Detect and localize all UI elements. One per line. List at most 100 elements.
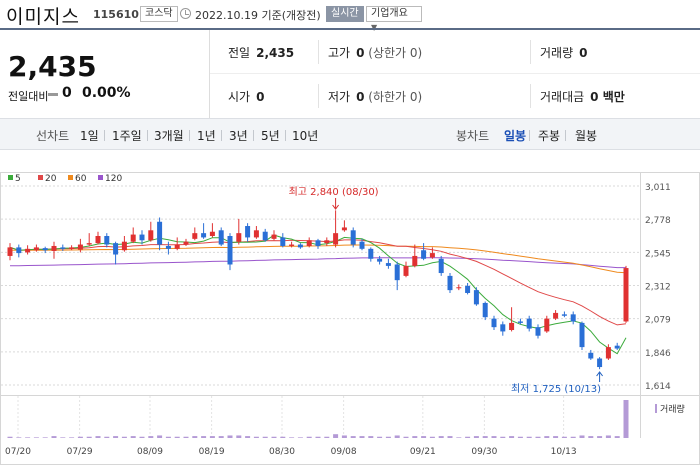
candle-body xyxy=(614,345,620,349)
volume-bar xyxy=(482,436,488,438)
candle-body xyxy=(368,248,374,259)
chart-tab-bar: 선차트 1일 1주일 3개월 1년 3년 5년 10년 봉차트 일봉 주봉 월봉 xyxy=(0,118,700,150)
volume-bar xyxy=(280,436,286,438)
candle-body xyxy=(570,314,576,322)
y-tick-label: 2,312 xyxy=(645,283,671,293)
company-info-dropdown[interactable]: 기업개요 ▼ xyxy=(366,6,422,32)
volume-bar xyxy=(209,436,215,438)
realtime-button[interactable]: 실시간 xyxy=(326,6,364,22)
candle-body xyxy=(262,231,268,241)
open-value: 0 xyxy=(256,90,265,104)
candle-body xyxy=(25,248,31,253)
x-tick-label: 09/08 xyxy=(331,447,357,457)
volume-bar xyxy=(394,435,400,438)
divider xyxy=(318,40,319,64)
candle-body xyxy=(359,241,365,249)
candle-body xyxy=(394,264,400,281)
candle-body xyxy=(130,234,136,242)
tab-divider xyxy=(565,130,566,141)
legend-label: 60 xyxy=(75,174,87,184)
candlestick-chart: 5 20 60 120 3,011 2,778 2,545 2,312 2,079 1,846 1,… xyxy=(0,150,700,465)
change-label: 전일대비 xyxy=(8,90,49,103)
prev-close-value: 2,435 xyxy=(256,46,295,60)
volume-bar xyxy=(218,436,224,438)
tab-daily[interactable]: 일봉 xyxy=(504,127,526,144)
stock-code: 115610 xyxy=(93,8,139,21)
x-tick-label: 08/09 xyxy=(137,447,163,457)
candle-body xyxy=(183,241,189,245)
x-tick-label: 08/19 xyxy=(199,447,225,457)
volume-legend-label: 거래량 xyxy=(660,403,685,415)
price-info-grid: 전일 2,435 고가 0 (상한가 0) 거래량 0 시가 0 저가 0 (하한가 0)… xyxy=(210,30,700,118)
volume-bar xyxy=(614,436,620,438)
candle-body xyxy=(16,247,22,254)
y-tick-label: 2,778 xyxy=(645,216,671,226)
volume-bar xyxy=(201,436,207,438)
volume-bar xyxy=(86,436,92,438)
volume-bar xyxy=(104,436,110,438)
volume-bar xyxy=(597,436,603,438)
low-label: 저가 xyxy=(328,90,351,104)
volume-bar xyxy=(130,436,136,438)
volume-bar xyxy=(421,436,427,438)
volume-bar xyxy=(192,436,198,438)
volume-bar xyxy=(385,436,391,438)
volume-bar xyxy=(412,436,418,438)
candle-body xyxy=(60,247,66,249)
x-tick-label: 07/29 xyxy=(67,447,93,457)
candle-body xyxy=(447,275,453,291)
candle-body xyxy=(315,240,321,246)
legend-swatch xyxy=(8,175,13,180)
volume-bar xyxy=(95,436,101,438)
candle-body xyxy=(192,233,198,239)
volume-bar xyxy=(535,436,541,438)
flat-change-icon xyxy=(48,93,58,96)
volume-bar xyxy=(113,436,119,438)
volume-bar xyxy=(368,436,374,438)
high-annotation: 최고 2,840 (08/30) xyxy=(289,186,379,198)
volume-bar xyxy=(429,436,435,438)
amount-label: 거래대금 xyxy=(540,90,585,104)
tab-monthly[interactable]: 월봉 xyxy=(575,127,597,144)
volume-bar xyxy=(69,437,75,438)
open-label: 시가 xyxy=(228,90,251,104)
current-price: 2,435 xyxy=(8,50,97,83)
tab-10year[interactable]: 10년 xyxy=(292,127,318,144)
x-tick-label: 10/13 xyxy=(551,447,577,457)
tab-weekly[interactable]: 주봉 xyxy=(538,127,560,144)
volume-value: 0 xyxy=(579,46,588,60)
divider xyxy=(318,84,319,108)
y-tick-label: 2,545 xyxy=(645,249,671,259)
volume-bar xyxy=(60,437,66,438)
tab-5year[interactable]: 5년 xyxy=(261,127,280,144)
tab-divider xyxy=(104,130,105,141)
volume-bar xyxy=(139,436,145,438)
candle-body xyxy=(174,244,180,249)
y-tick-label: 1,846 xyxy=(645,349,671,359)
tab-3month[interactable]: 3개월 xyxy=(154,127,184,144)
info-row: 시가 0 저가 0 (하한가 0) 거래대금 0 백만 xyxy=(210,74,700,118)
volume-bar xyxy=(526,436,532,438)
volume-bar xyxy=(121,436,127,438)
divider xyxy=(530,40,531,64)
candle-body xyxy=(7,247,13,256)
candle-body xyxy=(412,255,418,266)
tab-3year[interactable]: 3년 xyxy=(229,127,248,144)
volume-label: 거래량 xyxy=(540,46,574,60)
tab-divider xyxy=(285,130,286,141)
candle-body xyxy=(95,235,101,244)
volume-bar xyxy=(561,436,567,438)
candle-body xyxy=(157,221,163,245)
company-info-label: 기업개요 xyxy=(371,8,408,19)
upper-limit: (상한가 0) xyxy=(368,46,423,60)
tab-1year[interactable]: 1년 xyxy=(197,127,216,144)
prev-close-label: 전일 xyxy=(228,46,251,60)
clock-icon xyxy=(180,8,191,19)
tab-1week[interactable]: 1주일 xyxy=(112,127,142,144)
candle-body xyxy=(297,244,303,248)
candle-body xyxy=(526,318,532,329)
legend-swatch xyxy=(38,175,43,180)
volume-bar xyxy=(227,435,233,438)
tab-1day[interactable]: 1일 xyxy=(80,127,99,144)
volume-bar xyxy=(42,437,48,438)
